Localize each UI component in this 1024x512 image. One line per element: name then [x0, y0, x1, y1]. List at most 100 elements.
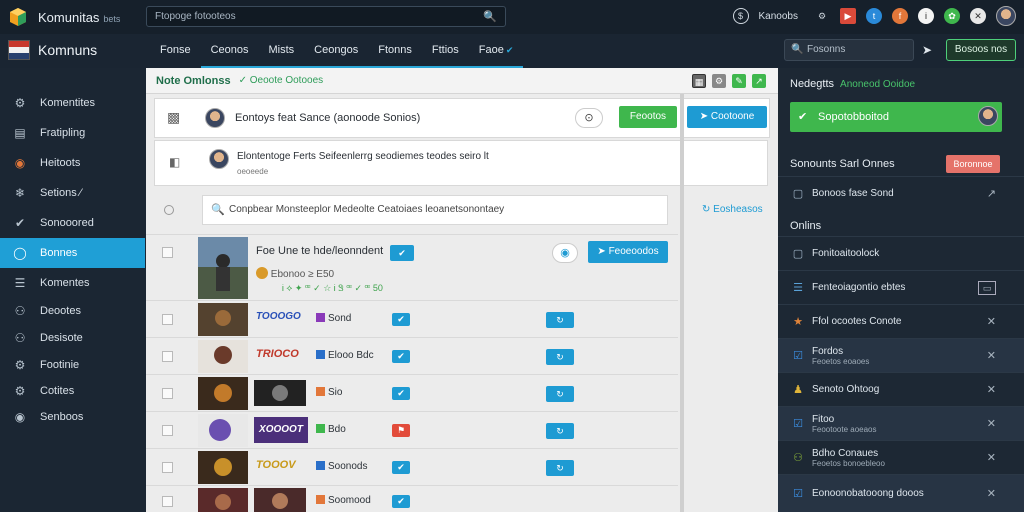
- tab-4[interactable]: Ftonns: [368, 34, 422, 68]
- radio-button[interactable]: [164, 205, 174, 215]
- gear-icon[interactable]: ⚙: [814, 8, 830, 24]
- right-action-button[interactable]: Bosoos nos: [946, 39, 1016, 61]
- reaction-badge[interactable]: ⊙: [575, 108, 603, 128]
- tab-6[interactable]: Faoe ✔: [468, 34, 524, 68]
- row-checkbox[interactable]: [162, 462, 173, 473]
- list-item[interactable]: ☑ Fordos Feoetos eoaoes ✕: [778, 338, 1024, 372]
- top-bar: Komunitas bets Ftopoge fotooteos 🔍 $ Kano…: [0, 0, 1024, 34]
- dollar-icon[interactable]: $: [732, 8, 749, 24]
- tab-2[interactable]: Mists: [258, 34, 305, 68]
- section-badge[interactable]: Boronnoe: [946, 155, 1000, 173]
- sidebar-item-9[interactable]: ⚙ Footinie: [0, 352, 145, 378]
- post-green-button[interactable]: Feootos: [619, 106, 677, 128]
- search-icon[interactable]: 🔍: [483, 10, 497, 23]
- close-icon[interactable]: ✕: [970, 8, 986, 24]
- action-icon[interactable]: ↻: [546, 349, 574, 365]
- list-item[interactable]: ★ Ffol ocootes Conote ✕: [778, 304, 1024, 338]
- check-icon[interactable]: ✔: [390, 245, 414, 261]
- check-icon[interactable]: ✔: [392, 350, 410, 363]
- sidebar-item-10[interactable]: ⚙ Cotites: [0, 378, 145, 404]
- list-item[interactable]: ▢ Bonoos fase Sond ↗: [778, 176, 1024, 210]
- expand-icon[interactable]: ↗: [752, 74, 766, 88]
- post-title: Elontentoge Ferts Seifeenlerrg seodiemes…: [237, 151, 489, 162]
- action-icon[interactable]: ↻: [546, 460, 574, 476]
- twitter-icon[interactable]: t: [866, 8, 882, 24]
- list-item[interactable]: ☑ Eonoonobatooong dooos ✕: [778, 474, 1024, 512]
- table-row[interactable]: TOOOV Soonods ✔ ↻: [146, 448, 678, 485]
- check-icon[interactable]: ✔: [392, 387, 410, 400]
- sidebar-item-3[interactable]: ❄ Setions ⁄: [0, 178, 145, 208]
- action-icon[interactable]: ↻: [546, 386, 574, 402]
- sidebar-item-11[interactable]: ◉ Senboos: [0, 404, 145, 430]
- featured-button[interactable]: ➤ Feoeoodos: [588, 241, 668, 263]
- close-icon[interactable]: ✕: [987, 383, 996, 396]
- right-search-input[interactable]: 🔍 Fosonns: [784, 39, 914, 61]
- tab-5[interactable]: Fttios: [421, 34, 469, 68]
- sidebar-item-5[interactable]: ◯ Bonnes: [0, 238, 145, 268]
- sidebar-item-6[interactable]: ☰ Komentes: [0, 268, 145, 298]
- close-icon[interactable]: ✕: [987, 315, 996, 328]
- check-icon[interactable]: ✔: [392, 495, 410, 508]
- leaf-icon[interactable]: ✿: [944, 8, 960, 24]
- tab-0[interactable]: Fonse: [150, 34, 201, 68]
- tab-1[interactable]: Ceonos: [200, 34, 259, 68]
- search-input[interactable]: Ftopoge fotooteos 🔍: [146, 6, 506, 27]
- right-panel-title: Nedegtts: [790, 78, 835, 90]
- flag-icon[interactable]: ⚑: [392, 424, 410, 437]
- sidebar-item-8[interactable]: ⚇ Desisote: [0, 324, 145, 352]
- row-checkbox[interactable]: [162, 314, 173, 325]
- close-icon[interactable]: ✕: [987, 451, 996, 464]
- check-icon[interactable]: ✔: [392, 461, 410, 474]
- scrollbar[interactable]: [680, 94, 684, 512]
- edit-icon[interactable]: ✎: [732, 74, 746, 88]
- close-icon[interactable]: ✕: [987, 349, 996, 362]
- action-icon[interactable]: ↻: [546, 312, 574, 328]
- list-item[interactable]: ▢ Fonitoaitoolock: [778, 236, 1024, 270]
- featured-row[interactable]: Foe Une te hde/leonndent Ebonoo ≥ E50 Ꭵ …: [146, 234, 678, 300]
- grid-icon[interactable]: ▦: [692, 74, 706, 88]
- sidebar-item-2[interactable]: ◉ Heitoots: [0, 148, 145, 178]
- list-item[interactable]: ♟ Senoto Ohtoog ✕: [778, 372, 1024, 406]
- avatar[interactable]: [996, 6, 1016, 26]
- right-panel-banner[interactable]: ✔ Sopotobboitod: [790, 102, 1002, 132]
- sidebar-item-label: Cotites: [40, 385, 75, 397]
- post-card-2[interactable]: ◧ Elontentoge Ferts Seifeenlerrg seodiem…: [154, 140, 768, 186]
- sidebar-item-4[interactable]: ✔ Sonooored: [0, 208, 145, 238]
- info-icon[interactable]: i: [918, 8, 934, 24]
- list-item[interactable]: ☰ Fenteoiagontio ebtes ▭: [778, 270, 1024, 304]
- row-label: Sio: [316, 387, 342, 398]
- reaction-badge[interactable]: ◉: [552, 243, 578, 263]
- action-icon[interactable]: ↻: [546, 423, 574, 439]
- list-item[interactable]: ☑ Fitoo Feootoote aoeaos ✕: [778, 406, 1024, 440]
- firefox-icon[interactable]: f: [892, 8, 908, 24]
- youtube-icon[interactable]: ▶: [840, 8, 856, 24]
- tab-bar: Fonse Ceonos Mists Ceongos Ftonns Fttios…: [150, 34, 524, 68]
- list-item[interactable]: ⚇ Bdho Conaues Feoetos bonoebleoo ✕: [778, 440, 1024, 474]
- post-blue-button[interactable]: ➤ Cootoone: [687, 106, 767, 128]
- table-row[interactable]: TOOOGO Sond ✔ ↻: [146, 300, 678, 337]
- send-icon[interactable]: ➤: [922, 43, 932, 57]
- row-checkbox[interactable]: [162, 351, 173, 362]
- sidebar-item-7[interactable]: ⚇ Deootes: [0, 298, 145, 324]
- gear-icon[interactable]: ⚙: [712, 74, 726, 88]
- row-checkbox[interactable]: [162, 425, 173, 436]
- tab-label: Ceongos: [314, 44, 359, 56]
- close-icon[interactable]: ↗: [987, 187, 996, 200]
- row-checkbox[interactable]: [162, 496, 173, 507]
- close-icon[interactable]: ✕: [987, 487, 996, 500]
- sidebar-item-1[interactable]: ▤ Fratipling: [0, 118, 145, 148]
- row-checkbox[interactable]: [162, 247, 173, 258]
- composer-input[interactable]: 🔍 Conpbear Monsteeplor Medeolte Ceatoiae…: [202, 195, 668, 225]
- table-row[interactable]: Soomood ✔: [146, 485, 678, 512]
- composer-action-link[interactable]: ↻ Eosheasos: [702, 204, 763, 215]
- close-icon[interactable]: ✕: [987, 417, 996, 430]
- sidebar-item-0[interactable]: ⚙ Komentites: [0, 88, 145, 118]
- table-row[interactable]: Sio ✔ ↻: [146, 374, 678, 411]
- table-row[interactable]: XOOOOT Bdo ⚑ ↻: [146, 411, 678, 448]
- post-card-1[interactable]: ▩ Eontoys feat Sance (aonoode Sonios) ⊙ …: [154, 98, 770, 138]
- row-checkbox[interactable]: [162, 388, 173, 399]
- tab-3[interactable]: Ceongos: [304, 34, 369, 68]
- check-icon[interactable]: ✔: [392, 313, 410, 326]
- window-icon[interactable]: ▭: [978, 280, 996, 295]
- table-row[interactable]: TRIOCO Elooo Bdc ✔ ↻: [146, 337, 678, 374]
